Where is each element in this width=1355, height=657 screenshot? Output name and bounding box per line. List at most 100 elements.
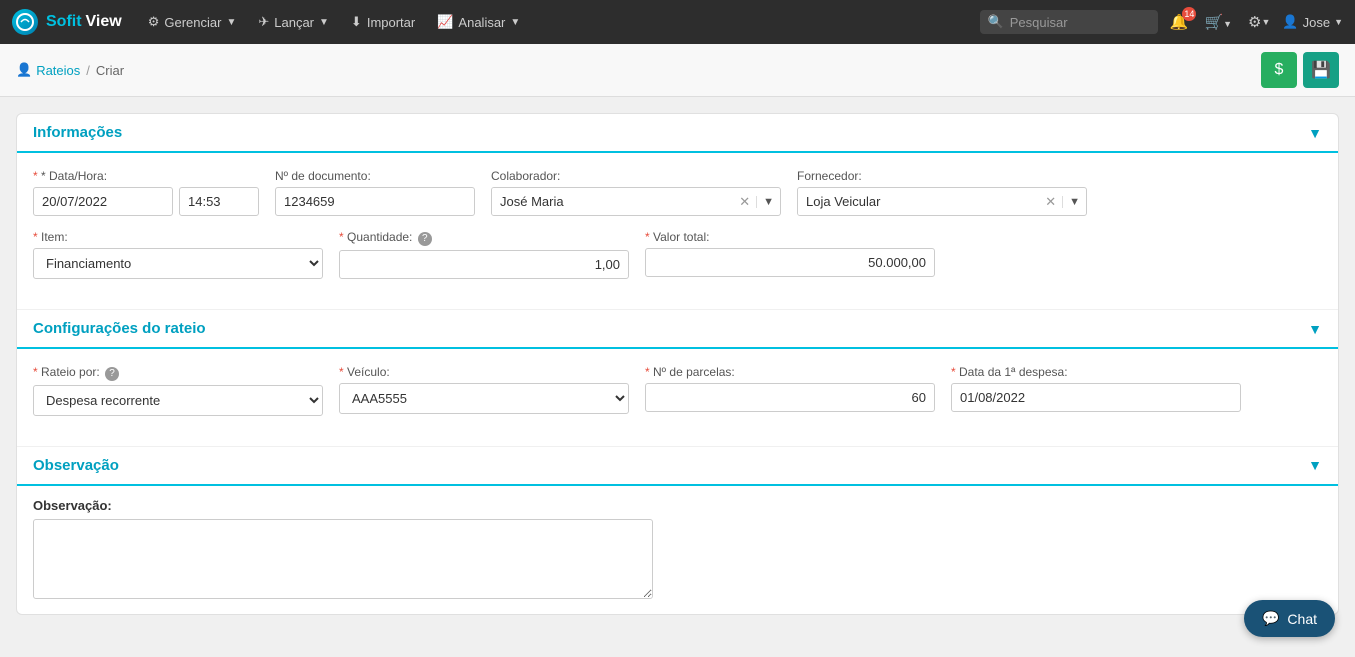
fornecedor-select[interactable]: ✕ ▼ [797, 187, 1087, 216]
navbar: Sofit View ⚙ Gerenciar ▼ ✈ Lançar ▼ ⬇ Im… [0, 0, 1355, 44]
breadcrumb-separator: / [86, 63, 90, 78]
breadcrumb-current: Criar [96, 63, 124, 78]
rateio-por-select[interactable]: Despesa recorrente [33, 385, 323, 416]
nav-analisar[interactable]: 📈 Analisar ▼ [427, 8, 530, 36]
form-row-1: * * Data/Hora: Nº de documento: Colabora… [33, 169, 1322, 216]
dollar-icon: $ [1275, 61, 1284, 79]
field-quantidade: * Quantidade: ? [339, 230, 629, 279]
save-button[interactable]: 💾 [1303, 52, 1339, 88]
main-content: Informações ▼ * * Data/Hora: Nº de d [0, 97, 1355, 631]
field-valor-total: * Valor total: [645, 230, 935, 279]
veiculo-select[interactable]: AAA5555 [339, 383, 629, 414]
valor-total-input[interactable] [645, 248, 935, 277]
item-select[interactable]: Financiamento [33, 248, 323, 279]
field-rateio-por: * Rateio por: ? Despesa recorrente [33, 365, 323, 416]
dollar-button[interactable]: $ [1261, 52, 1297, 88]
colaborador-clear-icon[interactable]: ✕ [733, 194, 756, 210]
form-card: Informações ▼ * * Data/Hora: Nº de d [16, 113, 1339, 615]
observacao-form: Observação: [17, 486, 1338, 614]
person-icon: 👤 [16, 62, 32, 78]
search-box[interactable]: 🔍 [980, 10, 1158, 34]
observacao-section-header[interactable]: Observação ▼ [17, 447, 1338, 486]
chart-icon: 📈 [437, 14, 453, 30]
fornecedor-clear-icon[interactable]: ✕ [1039, 194, 1062, 210]
chevron-down-icon: ▼ [1334, 17, 1343, 27]
nav-gerenciar[interactable]: ⚙ Gerenciar ▼ [138, 8, 247, 36]
field-veiculo: * Veículo: AAA5555 [339, 365, 629, 416]
data-hora-label: * * Data/Hora: [33, 169, 259, 183]
nro-parcelas-input[interactable] [645, 383, 935, 412]
nav-gerenciar-label: Gerenciar [164, 15, 221, 30]
colaborador-label: Colaborador: [491, 169, 781, 183]
breadcrumb-parent[interactable]: 👤 Rateios [16, 62, 80, 78]
breadcrumb: 👤 Rateios / Criar [16, 62, 124, 78]
data-primeira-input[interactable] [951, 383, 1241, 412]
field-data-primeira: * Data da 1ª despesa: [951, 365, 1241, 416]
breadcrumb-parent-label: Rateios [36, 63, 80, 78]
user-name: Jose [1303, 15, 1330, 30]
informacoes-chevron: ▼ [1308, 125, 1322, 141]
nro-documento-input[interactable] [275, 187, 475, 216]
informacoes-form: * * Data/Hora: Nº de documento: Colabora… [17, 153, 1338, 309]
field-nro-parcelas: * Nº de parcelas: [645, 365, 935, 416]
chevron-down-icon: ▼ [226, 17, 236, 28]
fornecedor-arrow-icon[interactable]: ▼ [1062, 196, 1086, 208]
settings-btn[interactable]: ⚙ ▼ [1244, 9, 1274, 35]
valor-total-label: * Valor total: [645, 230, 935, 244]
user-icon: 👤 [1282, 14, 1298, 30]
item-label: * Item: [33, 230, 323, 244]
nro-documento-label: Nº de documento: [275, 169, 475, 183]
form-row-3: * Rateio por: ? Despesa recorrente * Veí… [33, 365, 1322, 416]
field-data-hora: * * Data/Hora: [33, 169, 259, 216]
colaborador-arrow-icon[interactable]: ▼ [756, 196, 780, 208]
configuracoes-chevron: ▼ [1308, 321, 1322, 337]
chat-button[interactable]: 💬 Chat [1244, 600, 1335, 637]
chevron-down-icon: ▼ [319, 17, 329, 28]
informacoes-section-header[interactable]: Informações ▼ [17, 114, 1338, 153]
rateio-por-label: * Rateio por: ? [33, 365, 323, 381]
nav-lancar-label: Lançar [274, 15, 314, 30]
configuracoes-section-header[interactable]: Configurações do rateio ▼ [17, 310, 1338, 349]
nav-importar-label: Importar [367, 15, 415, 30]
rateio-help-icon[interactable]: ? [105, 367, 119, 381]
nav-lancar[interactable]: ✈ Lançar ▼ [248, 8, 339, 36]
configuracoes-form: * Rateio por: ? Despesa recorrente * Veí… [17, 349, 1338, 446]
user-menu[interactable]: 👤 Jose ▼ [1282, 14, 1343, 30]
observacao-chevron: ▼ [1308, 457, 1322, 473]
quantidade-input[interactable] [339, 250, 629, 279]
brand-view: View [86, 13, 122, 31]
save-icon: 💾 [1311, 60, 1331, 80]
search-input[interactable] [1010, 15, 1150, 30]
observacao-title: Observação [33, 457, 119, 474]
import-icon: ⬇ [351, 14, 362, 30]
colaborador-input[interactable] [492, 188, 733, 215]
fornecedor-label: Fornecedor: [797, 169, 1087, 183]
colaborador-select[interactable]: ✕ ▼ [491, 187, 781, 216]
field-fornecedor: Fornecedor: ✕ ▼ [797, 169, 1087, 216]
cart-btn[interactable]: 🛒 ▼ [1200, 9, 1236, 35]
chat-icon: 💬 [1262, 610, 1279, 627]
quantidade-label: * Quantidade: ? [339, 230, 629, 246]
data-input[interactable] [33, 187, 173, 216]
hora-input[interactable] [179, 187, 259, 216]
nro-parcelas-label: * Nº de parcelas: [645, 365, 935, 379]
nav-analisar-label: Analisar [458, 15, 505, 30]
search-icon: 🔍 [988, 14, 1004, 30]
launch-icon: ✈ [258, 14, 269, 30]
breadcrumb-actions: $ 💾 [1261, 52, 1339, 88]
field-nro-documento: Nº de documento: [275, 169, 475, 216]
configuracoes-title: Configurações do rateio [33, 320, 206, 337]
breadcrumb-bar: 👤 Rateios / Criar $ 💾 [0, 44, 1355, 97]
nav-importar[interactable]: ⬇ Importar [341, 8, 425, 36]
obs-textarea[interactable] [33, 519, 653, 599]
notification-btn[interactable]: 🔔 14 [1166, 9, 1193, 35]
brand-sofit: Sofit [46, 13, 82, 31]
quantidade-help-icon[interactable]: ? [418, 232, 432, 246]
informacoes-title: Informações [33, 124, 122, 141]
brand-logo [12, 9, 38, 35]
data-hora-group [33, 187, 259, 216]
fornecedor-input[interactable] [798, 188, 1039, 215]
brand: Sofit View [12, 9, 122, 35]
nav-menu: ⚙ Gerenciar ▼ ✈ Lançar ▼ ⬇ Importar 📈 An… [138, 8, 976, 36]
nav-right: 🔍 🔔 14 🛒 ▼ ⚙ ▼ 👤 Jose ▼ [980, 9, 1343, 35]
